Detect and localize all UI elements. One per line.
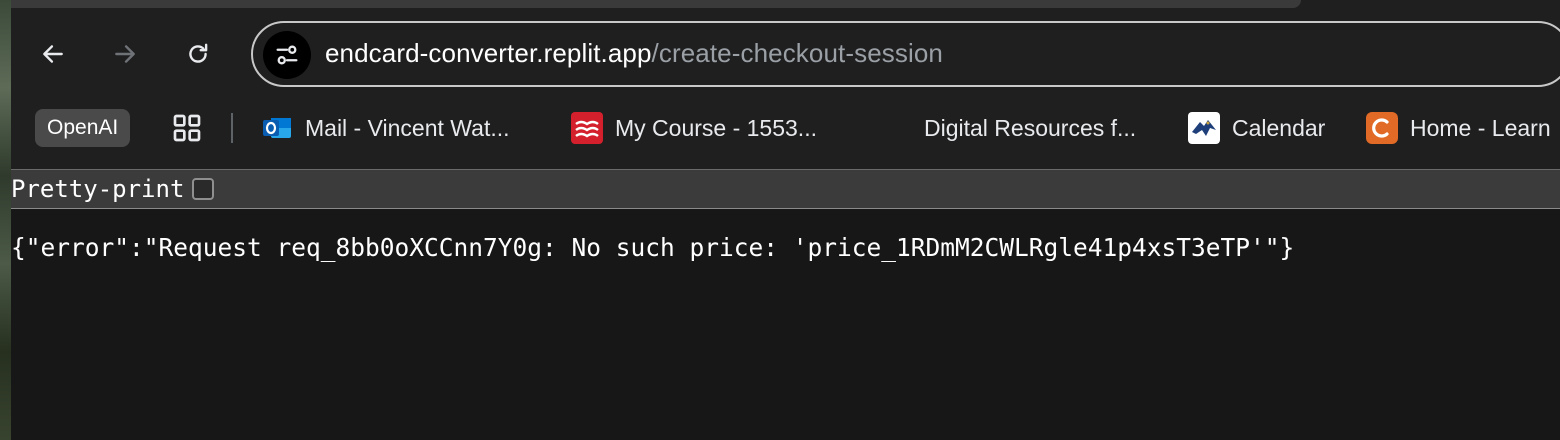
reload-icon bbox=[189, 43, 208, 63]
eagle-icon bbox=[1188, 112, 1220, 144]
canvas-c-icon bbox=[1366, 112, 1398, 144]
arrow-right-icon bbox=[115, 45, 135, 63]
json-viewer: Pretty-print {"error":"Request req_8bb0o… bbox=[11, 169, 1560, 440]
tune-icon bbox=[276, 45, 298, 65]
response-body: {"error":"Request req_8bb0oXCCnn7Y0g: No… bbox=[11, 233, 1295, 262]
url-path: /create-checkout-session bbox=[651, 38, 943, 68]
apps-button[interactable] bbox=[171, 104, 203, 152]
bookmark-label: Mail - Vincent Wat... bbox=[305, 114, 510, 141]
url-host: endcard-converter.replit.app bbox=[325, 38, 652, 68]
apps-grid-icon bbox=[173, 114, 201, 142]
pretty-print-bar: Pretty-print bbox=[11, 169, 1560, 209]
site-info-button[interactable] bbox=[263, 31, 311, 79]
bookmark-digital-resources[interactable]: Digital Resources f... bbox=[924, 104, 1136, 152]
bookmark-label: My Course - 1553... bbox=[615, 114, 817, 141]
bookmark-label: Calendar bbox=[1232, 114, 1326, 141]
bookmark-label: Home - Learn bbox=[1410, 114, 1551, 141]
mcgraw-hill-icon bbox=[571, 112, 603, 144]
tab-strip bbox=[11, 0, 1301, 8]
bookmark-label: Digital Resources f... bbox=[924, 114, 1137, 141]
back-button[interactable] bbox=[33, 34, 73, 74]
address-bar[interactable]: endcard-converter.replit.app/create-chec… bbox=[251, 21, 1560, 87]
bookmarks-bar: OpenAI Mail - Vincent Wat... My Course -… bbox=[11, 104, 1560, 152]
pretty-print-checkbox[interactable] bbox=[192, 178, 215, 200]
desktop-background bbox=[0, 0, 11, 440]
arrow-left-icon bbox=[43, 45, 63, 63]
outlook-icon bbox=[261, 112, 293, 144]
reload-button[interactable] bbox=[178, 34, 218, 74]
bookmark-my-course[interactable]: My Course - 1553... bbox=[571, 104, 817, 152]
browser-toolbar: endcard-converter.replit.app/create-chec… bbox=[11, 0, 1560, 169]
bookmark-home-learn[interactable]: Home - Learn bbox=[1366, 104, 1551, 152]
bookmark-openai[interactable]: OpenAI bbox=[35, 109, 131, 147]
bookmark-calendar[interactable]: Calendar bbox=[1188, 104, 1325, 152]
url-text[interactable]: endcard-converter.replit.app/create-chec… bbox=[325, 38, 943, 69]
forward-button[interactable] bbox=[105, 34, 145, 74]
browser-window: endcard-converter.replit.app/create-chec… bbox=[11, 0, 1560, 440]
bookmark-mail[interactable]: Mail - Vincent Wat... bbox=[261, 104, 510, 152]
pretty-print-label: Pretty-print bbox=[11, 175, 185, 203]
bookmarks-divider bbox=[231, 113, 233, 143]
